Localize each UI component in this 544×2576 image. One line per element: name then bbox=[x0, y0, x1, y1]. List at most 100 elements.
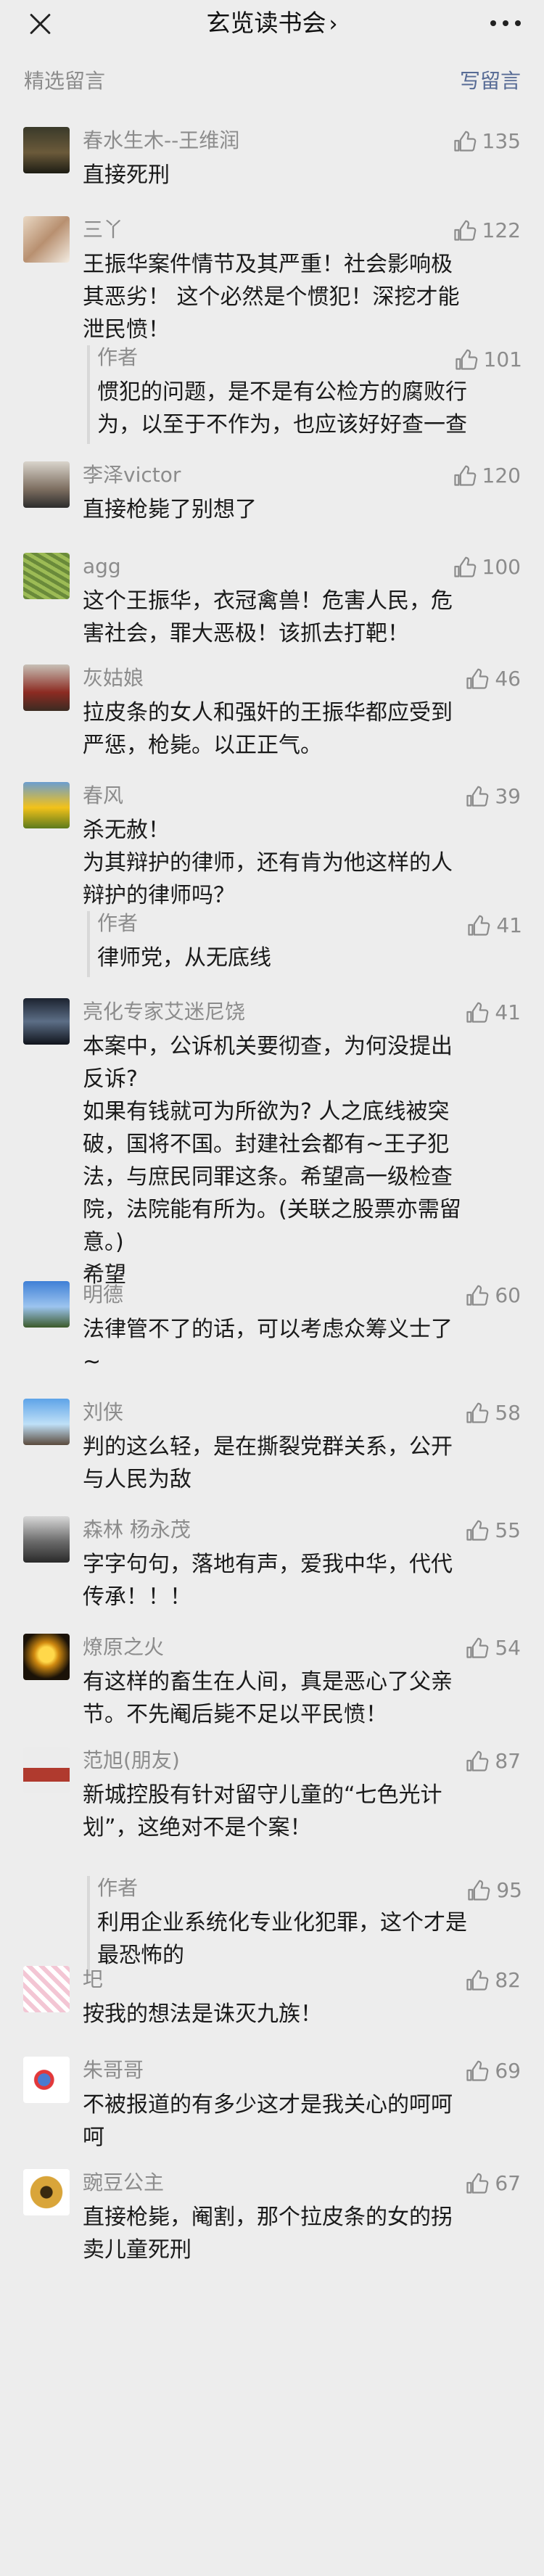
like-button[interactable]: 39 bbox=[466, 783, 521, 808]
comment-line: 本案中，公诉机关要彻查，为何没提出 bbox=[83, 1034, 453, 1059]
like-button[interactable]: 58 bbox=[466, 1400, 521, 1425]
like-button[interactable]: 69 bbox=[466, 2058, 521, 2083]
comment-nickname: 圯 bbox=[83, 1967, 104, 1991]
like-count: 100 bbox=[482, 554, 521, 579]
thumbs-up-icon bbox=[466, 1285, 489, 1306]
comment-line: 法，与庶民同罪这条。希望高一级检查 bbox=[83, 1164, 453, 1190]
like-count: 122 bbox=[482, 218, 521, 242]
like-count: 54 bbox=[495, 1635, 521, 1660]
like-count: 58 bbox=[495, 1400, 521, 1425]
like-button[interactable]: 55 bbox=[466, 1518, 521, 1542]
thumbs-up-icon bbox=[466, 668, 489, 689]
comment-line: 王振华案件情节及其严重！社会影响极 bbox=[83, 252, 453, 277]
comment-line: 这个王振华，衣冠禽兽！危害人民，危 bbox=[83, 588, 453, 614]
like-count: 87 bbox=[495, 1748, 521, 1773]
avatar[interactable] bbox=[23, 664, 70, 711]
avatar[interactable] bbox=[23, 1634, 70, 1680]
avatar[interactable] bbox=[23, 1399, 70, 1445]
comment-line: 泄民愤！ bbox=[83, 317, 170, 342]
like-button[interactable]: 67 bbox=[466, 2170, 521, 2195]
reply-like-button[interactable]: 95 bbox=[467, 1877, 522, 1902]
like-count: 67 bbox=[495, 2170, 521, 2195]
write-comment-link[interactable]: 写留言 bbox=[460, 65, 521, 94]
avatar[interactable] bbox=[23, 998, 70, 1045]
like-count: 39 bbox=[495, 783, 521, 808]
avatar[interactable] bbox=[23, 553, 70, 599]
comment-text: 本案中，公诉机关要彻查，为何没提出 反诉? 如果有钱就可为所欲为? 人之底线被突 破，… bbox=[83, 1030, 515, 1291]
like-count: 120 bbox=[482, 463, 521, 487]
featured-comments-label: 精选留言 bbox=[24, 69, 106, 93]
comments-section-header: 精选留言 写留言 bbox=[0, 65, 544, 94]
more-icon[interactable] bbox=[489, 20, 522, 28]
comment-text: 这个王振华，衣冠禽兽！危害人民，危 害社会，罪大恶极！该抓去打靶！ bbox=[83, 585, 515, 650]
like-button[interactable]: 54 bbox=[466, 1635, 521, 1660]
thumbs-up-icon bbox=[453, 465, 476, 486]
comment-line: 不被报道的有多少这才是我关心的呵呵 bbox=[83, 2092, 453, 2118]
like-button[interactable]: 100 bbox=[453, 554, 521, 579]
reply-like-button[interactable]: 41 bbox=[467, 913, 522, 937]
avatar[interactable] bbox=[23, 216, 70, 263]
comment-line: 如果有钱就可为所欲为? 人之底线被突 bbox=[83, 1099, 450, 1124]
comment-text: 判的这么轻，是在撕裂党群关系，公开 与人民为敌 bbox=[83, 1431, 515, 1496]
like-button[interactable]: 120 bbox=[453, 463, 521, 487]
comment-nickname: 亮化专家艾迷尼饶 bbox=[83, 1000, 246, 1024]
page-title[interactable]: 玄览读书会 › bbox=[0, 7, 544, 41]
comment-nickname: 范旭(朋友) bbox=[83, 1748, 180, 1772]
comment-nickname: 春风 bbox=[83, 783, 124, 807]
comment-line: 其恶劣！ 这个必然是个惯犯！深挖才能 bbox=[83, 284, 460, 310]
comment-line: 传承！！！ bbox=[83, 1584, 191, 1610]
comment-text: 直接枪毙，阉割，那个拉皮条的女的拐 卖儿童死刑 bbox=[83, 2201, 515, 2266]
avatar[interactable] bbox=[23, 2169, 70, 2215]
like-button[interactable]: 60 bbox=[466, 1283, 521, 1307]
comment-line: 直接死刑 bbox=[83, 162, 170, 188]
thumbs-up-icon bbox=[468, 1880, 490, 1901]
reply-author: 作者 bbox=[97, 911, 139, 935]
comment-nickname: agg bbox=[83, 554, 121, 578]
avatar[interactable] bbox=[23, 2057, 70, 2103]
top-bar: 玄览读书会 › bbox=[0, 0, 544, 48]
like-button[interactable]: 41 bbox=[466, 1000, 521, 1024]
comment-nickname: 豌豆公主 bbox=[83, 2170, 165, 2194]
thumbs-up-icon bbox=[466, 786, 489, 807]
comment-text: 直接枪毙了别想了 bbox=[83, 493, 515, 526]
comment-text: 新城控股有针对留守儿童的“七色光计 划”，这绝对不是个案！ bbox=[83, 1779, 515, 1844]
avatar[interactable] bbox=[23, 127, 70, 173]
comment-line: 意。) bbox=[83, 1230, 124, 1255]
avatar[interactable] bbox=[23, 1516, 70, 1563]
comment-line: 按我的想法是诛灭九族！ bbox=[83, 2001, 322, 2027]
avatar[interactable] bbox=[23, 461, 70, 508]
comment-line: 法律管不了的话，可以考虑众筹义士了 bbox=[83, 1317, 453, 1342]
avatar[interactable] bbox=[23, 1747, 70, 1793]
comment-nickname: 燎原之火 bbox=[83, 1635, 165, 1659]
reply-line: 惯犯的问题，是不是有公检方的腐败行 bbox=[97, 379, 467, 405]
avatar[interactable] bbox=[23, 1281, 70, 1328]
comment-line: 判的这么轻，是在撕裂党群关系，公开 bbox=[83, 1434, 453, 1460]
like-button[interactable]: 122 bbox=[453, 218, 521, 242]
comment-line: 卖儿童死刑 bbox=[83, 2237, 191, 2263]
comment-line: 希望 bbox=[83, 1262, 126, 1288]
like-button[interactable]: 135 bbox=[453, 128, 521, 153]
avatar[interactable] bbox=[23, 782, 70, 828]
like-button[interactable]: 87 bbox=[466, 1748, 521, 1773]
page-title-text: 玄览读书会 bbox=[206, 9, 326, 37]
reply-like-count: 41 bbox=[496, 913, 522, 937]
avatar[interactable] bbox=[23, 1966, 70, 2012]
like-button[interactable]: 46 bbox=[466, 666, 521, 691]
reply-like-button[interactable]: 101 bbox=[455, 347, 522, 371]
reply-like-count: 95 bbox=[496, 1877, 522, 1902]
comment-line: 严惩，枪毙。以正正气。 bbox=[83, 733, 322, 758]
thumbs-up-icon bbox=[453, 131, 476, 152]
comment-line: 院，法院能有所为。(关联之股票亦需留 bbox=[83, 1197, 461, 1222]
thumbs-up-icon bbox=[455, 349, 477, 370]
reply-line: 利用企业系统化专业化犯罪，这个才是 bbox=[97, 1910, 467, 1935]
thumbs-up-icon bbox=[466, 1637, 489, 1658]
comment-nickname: 李泽victor bbox=[83, 463, 181, 487]
like-button[interactable]: 82 bbox=[466, 1967, 521, 1992]
thumbs-up-icon bbox=[466, 1750, 489, 1771]
comment-nickname: 春水生木--王维润 bbox=[83, 128, 240, 152]
comment-line: 直接枪毙了别想了 bbox=[83, 497, 257, 522]
reply-like-count: 101 bbox=[483, 347, 522, 371]
comment-nickname: 朱哥哥 bbox=[83, 2058, 144, 2082]
like-count: 60 bbox=[495, 1283, 521, 1307]
reply-author: 作者 bbox=[97, 1876, 139, 1900]
